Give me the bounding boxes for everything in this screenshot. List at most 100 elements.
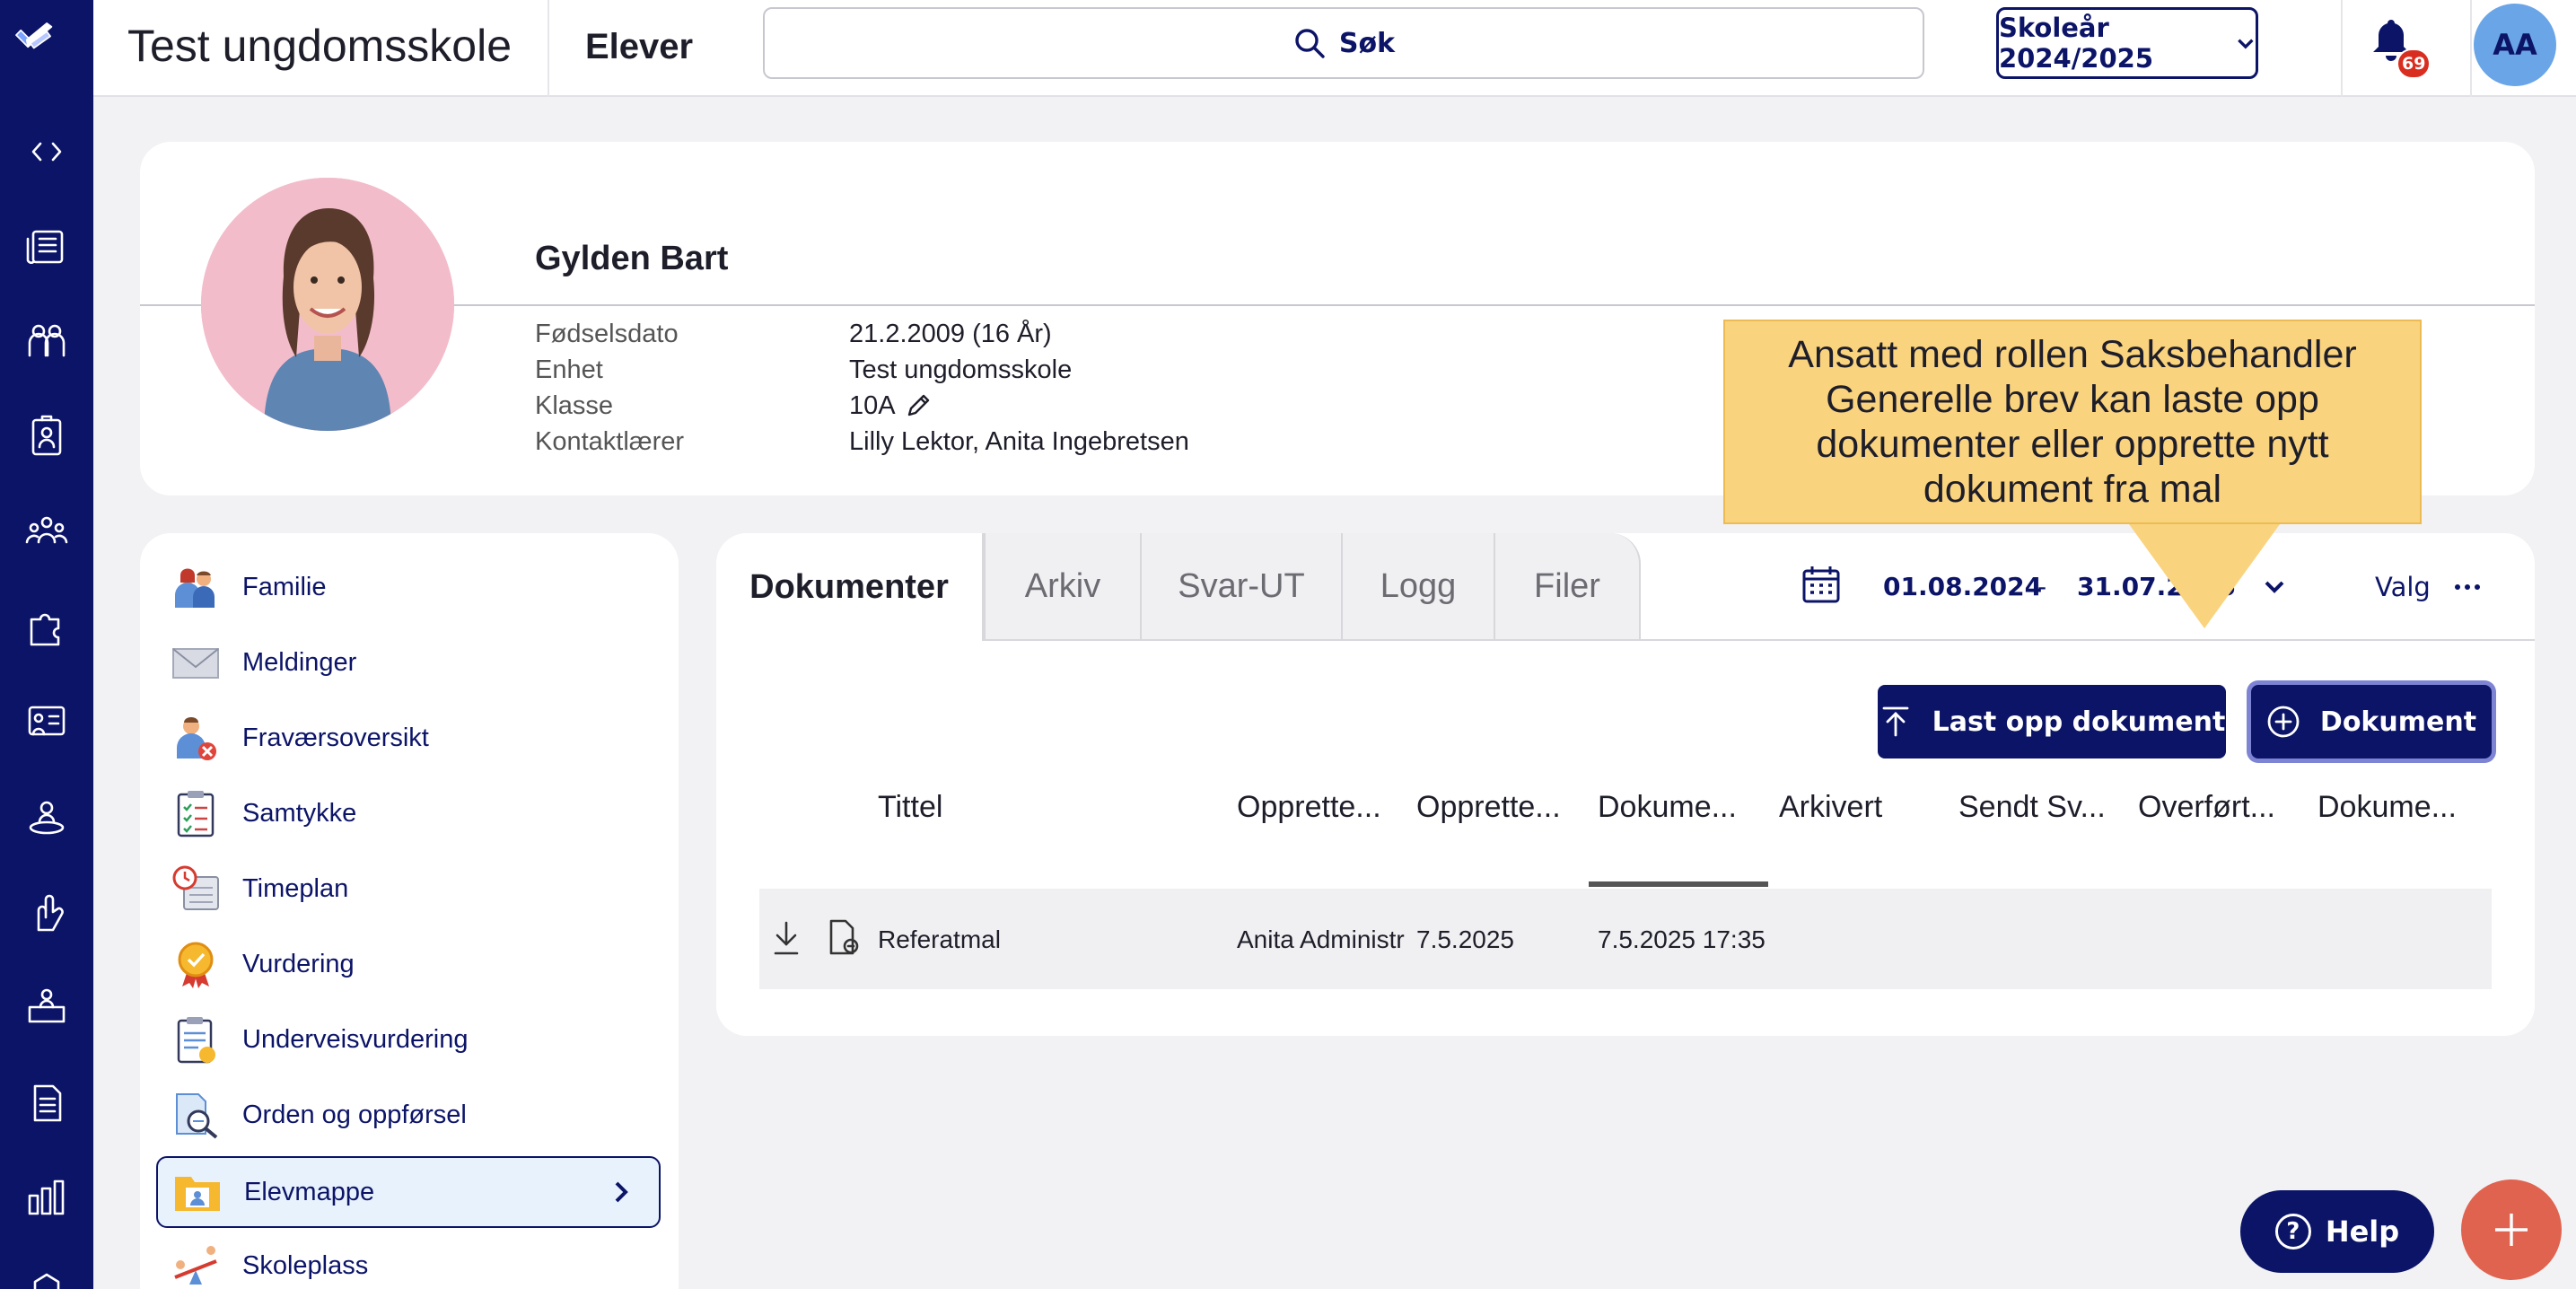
column-header[interactable]: Dokume... — [1598, 786, 1737, 828]
nav-label: Skoleplass — [242, 1250, 369, 1280]
school-year-label: Skoleår 2024/2025 — [1999, 13, 2154, 74]
puzzle-icon[interactable] — [15, 596, 78, 659]
tab-filer[interactable]: Filer — [1495, 533, 1641, 641]
column-header[interactable]: Arkivert — [1779, 786, 1882, 828]
row-title[interactable]: Referatmal — [878, 922, 1219, 958]
chevron-down-icon[interactable] — [2262, 574, 2287, 600]
nav-item-timeplan[interactable]: Timeplan — [167, 855, 661, 923]
help-label: Help — [2325, 1214, 2400, 1249]
nav-item-vurdering[interactable]: Vurdering — [167, 930, 661, 998]
nav-label: Fraværsoversikt — [242, 723, 429, 752]
medal-icon — [171, 939, 221, 989]
divider — [548, 0, 549, 97]
tab-dokumenter[interactable]: Dokumenter — [716, 533, 984, 641]
date-from[interactable]: 01.08.2024 — [1883, 569, 2042, 605]
assessment-clipboard-icon — [171, 1014, 221, 1065]
logo-icon[interactable] — [13, 16, 81, 70]
nav-item-familie[interactable]: Familie — [167, 553, 661, 621]
help-button[interactable]: ? Help — [2240, 1190, 2434, 1273]
class-value: 10A — [849, 391, 896, 420]
sort-indicator — [1589, 881, 1768, 887]
upload-icon — [1882, 706, 1909, 737]
upload-label: Last opp dokument — [1932, 706, 2226, 738]
badge-icon[interactable] — [15, 406, 78, 469]
top-bar: Test ungdomsskole Elever Søk Skoleår 202… — [93, 0, 2576, 97]
family-icon — [171, 562, 221, 612]
student-name: Gylden Bart — [535, 240, 729, 277]
search-input[interactable]: Søk — [763, 7, 1924, 79]
student-folder-icon — [172, 1167, 223, 1217]
column-header[interactable]: Tittel — [878, 786, 942, 828]
chart-icon[interactable] — [15, 1167, 78, 1230]
birthdate-value: 21.2.2009 (16 År) — [849, 320, 1052, 348]
column-header[interactable]: Opprette... — [1416, 786, 1561, 828]
field-value: 10A — [849, 388, 932, 424]
nav-item-orden-og-oppforsel[interactable]: Orden og oppførsel — [167, 1081, 661, 1149]
nav-label: Vurdering — [242, 949, 355, 978]
upload-document-button[interactable]: Last opp dokument — [1878, 685, 2226, 758]
nav-label: Meldinger — [242, 647, 357, 677]
unit-value: Test ungdomsskole — [849, 355, 1073, 384]
info-callout: Ansatt med rollen Saksbehandler Generell… — [1723, 320, 2422, 524]
chalkboard-icon[interactable] — [15, 691, 78, 754]
seesaw-icon — [171, 1241, 221, 1289]
divider — [2341, 0, 2343, 97]
calendar-icon[interactable] — [1801, 564, 1842, 609]
expand-icon[interactable] — [15, 120, 78, 183]
field-label: Klasse — [535, 391, 614, 420]
nav-item-elevmappe[interactable]: Elevmappe — [156, 1156, 661, 1228]
nav-item-meldinger[interactable]: Meldinger — [167, 628, 661, 697]
students-icon[interactable] — [15, 311, 78, 373]
hand-icon[interactable] — [15, 881, 78, 944]
user-avatar[interactable]: AA — [2474, 4, 2556, 86]
nav-item-fravaersoversikt[interactable]: Fraværsoversikt — [167, 704, 661, 772]
row-created-by: Anita Administr — [1237, 925, 1405, 953]
conduct-magnifier-icon — [171, 1090, 221, 1140]
column-header[interactable]: Overført... — [2138, 786, 2275, 828]
add-fab-button[interactable] — [2461, 1179, 2562, 1280]
consent-clipboard-icon — [171, 788, 221, 838]
settings-icon[interactable] — [15, 1257, 78, 1289]
location-icon[interactable] — [15, 786, 78, 849]
pencil-icon[interactable] — [905, 392, 932, 419]
section-title: Elever — [585, 27, 694, 66]
plus-icon — [2495, 1214, 2528, 1246]
plus-circle-icon — [2267, 706, 2300, 738]
contact-teacher-value: Lilly Lektor, Anita Ingebretsen — [849, 427, 1189, 456]
desk-icon[interactable] — [15, 977, 78, 1039]
field-label: Enhet — [535, 355, 603, 384]
absence-icon — [171, 713, 221, 763]
school-year-select[interactable]: Skoleår 2024/2025 — [1996, 7, 2258, 79]
column-header[interactable]: Sendt Sv... — [1958, 786, 2106, 828]
field-value: Lilly Lektor, Anita Ingebretsen — [849, 424, 1189, 460]
options-menu[interactable]: Valg — [2375, 569, 2481, 605]
envelope-icon — [171, 637, 221, 688]
nav-label: Elevmappe — [244, 1177, 375, 1206]
document-icon[interactable] — [15, 1072, 78, 1135]
nav-label: Orden og oppførsel — [242, 1100, 467, 1129]
notifications-button[interactable]: 69 — [2370, 16, 2431, 79]
nav-item-samtykke[interactable]: Samtykke — [167, 779, 661, 847]
options-label: Valg — [2375, 572, 2431, 602]
date-separator: - — [2037, 572, 2047, 601]
download-icon[interactable] — [767, 917, 806, 959]
nav-item-skoleplass[interactable]: Skoleplass — [167, 1232, 661, 1289]
news-icon[interactable] — [15, 215, 78, 278]
app-rail — [0, 0, 93, 1289]
row-document-date: 7.5.2025 17:35 — [1598, 925, 1766, 953]
field-label: Fødselsdato — [535, 320, 679, 348]
nav-item-underveisvurdering[interactable]: Underveisvurdering — [167, 1005, 661, 1074]
document-template-icon[interactable] — [824, 917, 863, 959]
column-header[interactable]: Opprette... — [1237, 786, 1381, 828]
callout-pointer — [2129, 524, 2280, 628]
groups-icon[interactable] — [15, 501, 78, 564]
tab-svar-ut[interactable]: Svar-UT — [1142, 533, 1343, 641]
tab-logg[interactable]: Logg — [1343, 533, 1495, 641]
new-document-button[interactable]: Dokument — [2251, 685, 2492, 758]
divider — [2470, 0, 2472, 97]
schedule-icon — [171, 864, 221, 914]
tab-arkiv[interactable]: Arkiv — [984, 533, 1142, 641]
column-header[interactable]: Dokume... — [2318, 786, 2457, 828]
notification-badge: 69 — [2396, 48, 2431, 79]
nav-label: Familie — [242, 572, 327, 601]
